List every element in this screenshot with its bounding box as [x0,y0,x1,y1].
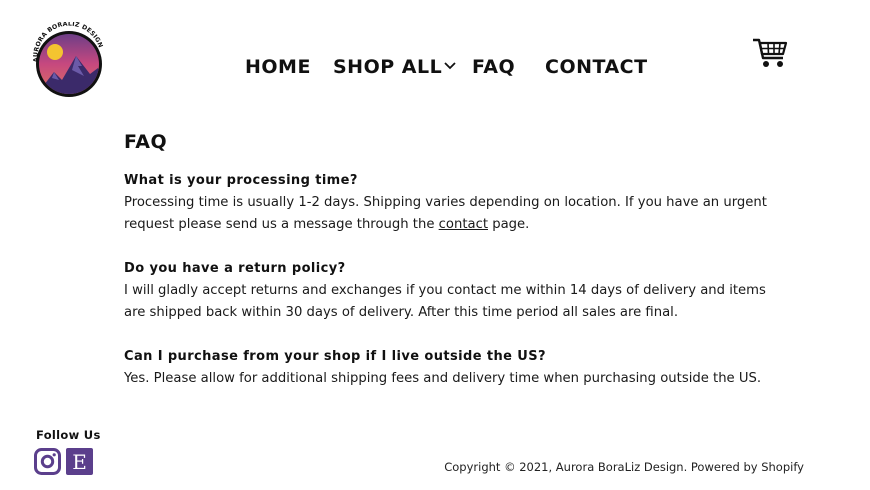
etsy-letter: E [72,450,87,474]
faq-content: FAQ What is your processing time? Proces… [124,131,784,412]
nav-faq[interactable]: FAQ [472,56,515,78]
faq-question: Can I purchase from your shop if I live … [124,349,546,364]
etsy-icon[interactable]: E [66,448,93,475]
contact-link[interactable]: contact [439,217,488,232]
page-title: FAQ [124,131,168,153]
instagram-icon[interactable] [34,448,61,475]
nav-shop-all-label: SHOP ALL [333,56,443,78]
nav-home[interactable]: HOME [245,56,311,78]
faq-answer-text-end: page. [488,217,530,232]
faq-item: Can I purchase from your shop if I live … [124,346,784,390]
faq-question: What is your processing time? [124,173,358,188]
nav-contact[interactable]: CONTACT [545,56,648,78]
faq-answer: I will gladly accept returns and exchang… [124,283,766,320]
shopping-cart-icon[interactable] [752,37,788,69]
main-nav: HOME SHOP ALL FAQ CONTACT [0,56,870,80]
faq-item: What is your processing time? Processing… [124,170,784,236]
faq-answer: Processing time is usually 1-2 days. Shi… [124,192,784,236]
chevron-down-icon [444,62,456,70]
faq-question: Do you have a return policy? [124,261,346,276]
faq-item: Do you have a return policy? I will glad… [124,258,784,324]
faq-answer: Yes. Please allow for additional shippin… [124,371,762,386]
follow-us-label: Follow Us [36,428,101,442]
copyright-text: Copyright © 2021, Aurora BoraLiz Design.… [444,460,804,474]
nav-shop-all[interactable]: SHOP ALL [333,56,456,78]
